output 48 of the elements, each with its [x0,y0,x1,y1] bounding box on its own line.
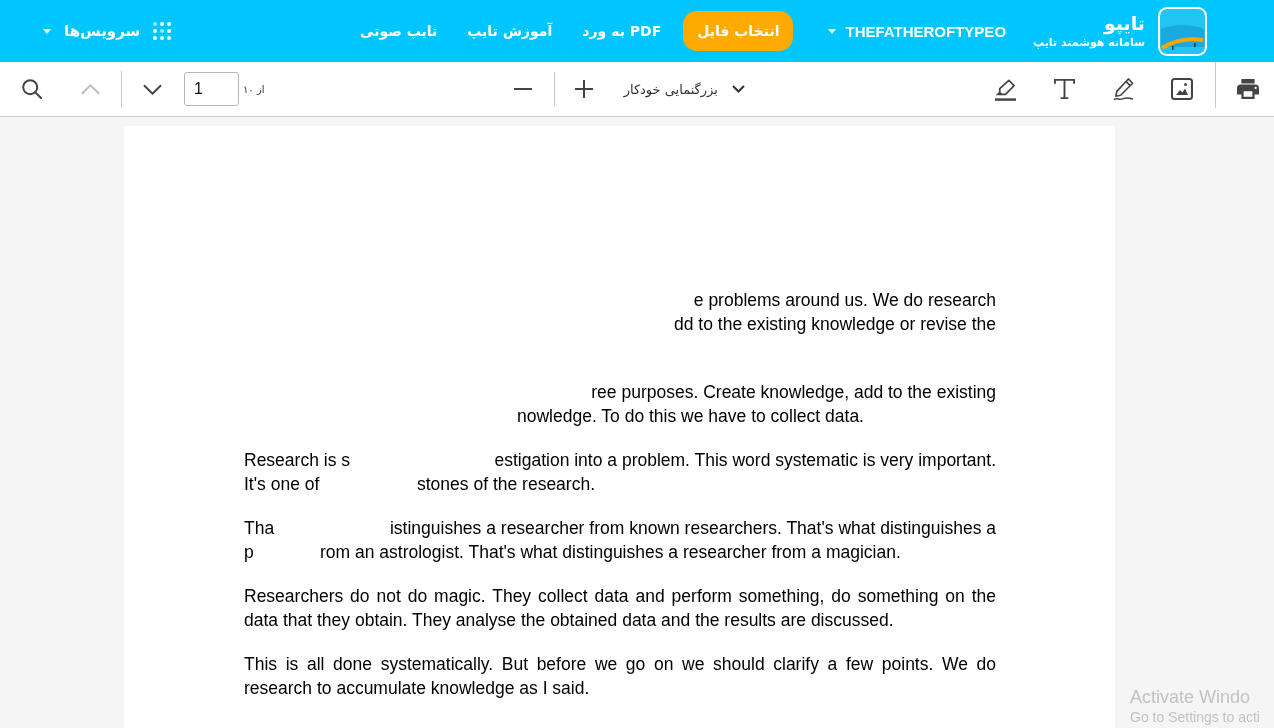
page-count: از ۱۰ [243,83,265,95]
search-button[interactable] [22,79,42,99]
paragraph: Researchers do not do magic. They collect data and perform something, do something on the data that they obtain. They analyse the obtained data and the results are discussed. [244,585,996,632]
text-fragment: istinguishes a researcher from known researchers. That's what distinguishes a [389,517,996,540]
text-fragment: Tha [244,517,275,540]
text-fragment: nowledge. To do this we have to collect data. [517,405,864,428]
next-page-button[interactable] [143,83,162,95]
text-fragment: Research is s [244,449,350,472]
caret-icon [828,28,837,34]
paragraph: This is all done systematically. But before we go on we should clarify a few points. We do research to accumulate knowledge as I said. [244,653,996,700]
user-menu-button[interactable]: THEFATHEROFTYPEO [828,22,1007,40]
draw-button[interactable] [1112,77,1135,101]
text-fragment: It's one of [244,473,321,496]
chevron-down-icon [731,85,745,93]
text-fragment: p [244,541,255,564]
chevron-up-icon [81,83,100,95]
nav-link[interactable]: PDF به ورد [582,23,662,39]
text-icon [1053,78,1076,100]
text-fragment: dd to the existing knowledge or revise the [674,313,996,336]
highlighter-icon [994,77,1017,101]
text-fragment: e problems around us. We do research [693,289,996,312]
zoom-in-button[interactable] [574,80,593,98]
grid-dots-icon [153,22,172,40]
text-fragment: stones of the research. [417,473,596,496]
nav-link[interactable]: تایپ صوتی [360,23,438,39]
highlight-button[interactable] [994,77,1017,101]
text-fragment: estigation into a problem. This word systematic is very important. [494,449,996,472]
services-menu-button[interactable]: سرویس‌ها [43,22,172,40]
chevron-down-icon [143,83,162,95]
caret-icon [43,28,51,34]
image-button[interactable] [1171,78,1193,100]
zoom-select[interactable]: بزرگنمایی خودکار [623,81,745,97]
pencil-icon [1112,77,1135,101]
logo-icon [1158,6,1207,56]
nav-link[interactable]: آموزش تایپ [467,23,553,39]
search-icon [22,79,42,99]
print-icon [1237,79,1259,99]
brand-title: تایپو [1103,11,1145,35]
plus-icon [574,80,593,98]
print-button[interactable] [1237,79,1259,99]
choose-file-button[interactable]: انتخاب فایل [683,11,794,51]
image-icon [1171,78,1193,100]
brand-tagline: سامانه هوشمند تایپ [1033,35,1145,51]
text-tool-button[interactable] [1053,78,1076,100]
page-number-field[interactable]: 1 [184,72,239,106]
text-fragment: ree purposes. Create knowledge, add to the existing [591,381,996,404]
minus-icon [513,88,532,90]
text-fragment: rom an astrologist. That's what distinguishes a researcher from a magician. [320,541,901,564]
